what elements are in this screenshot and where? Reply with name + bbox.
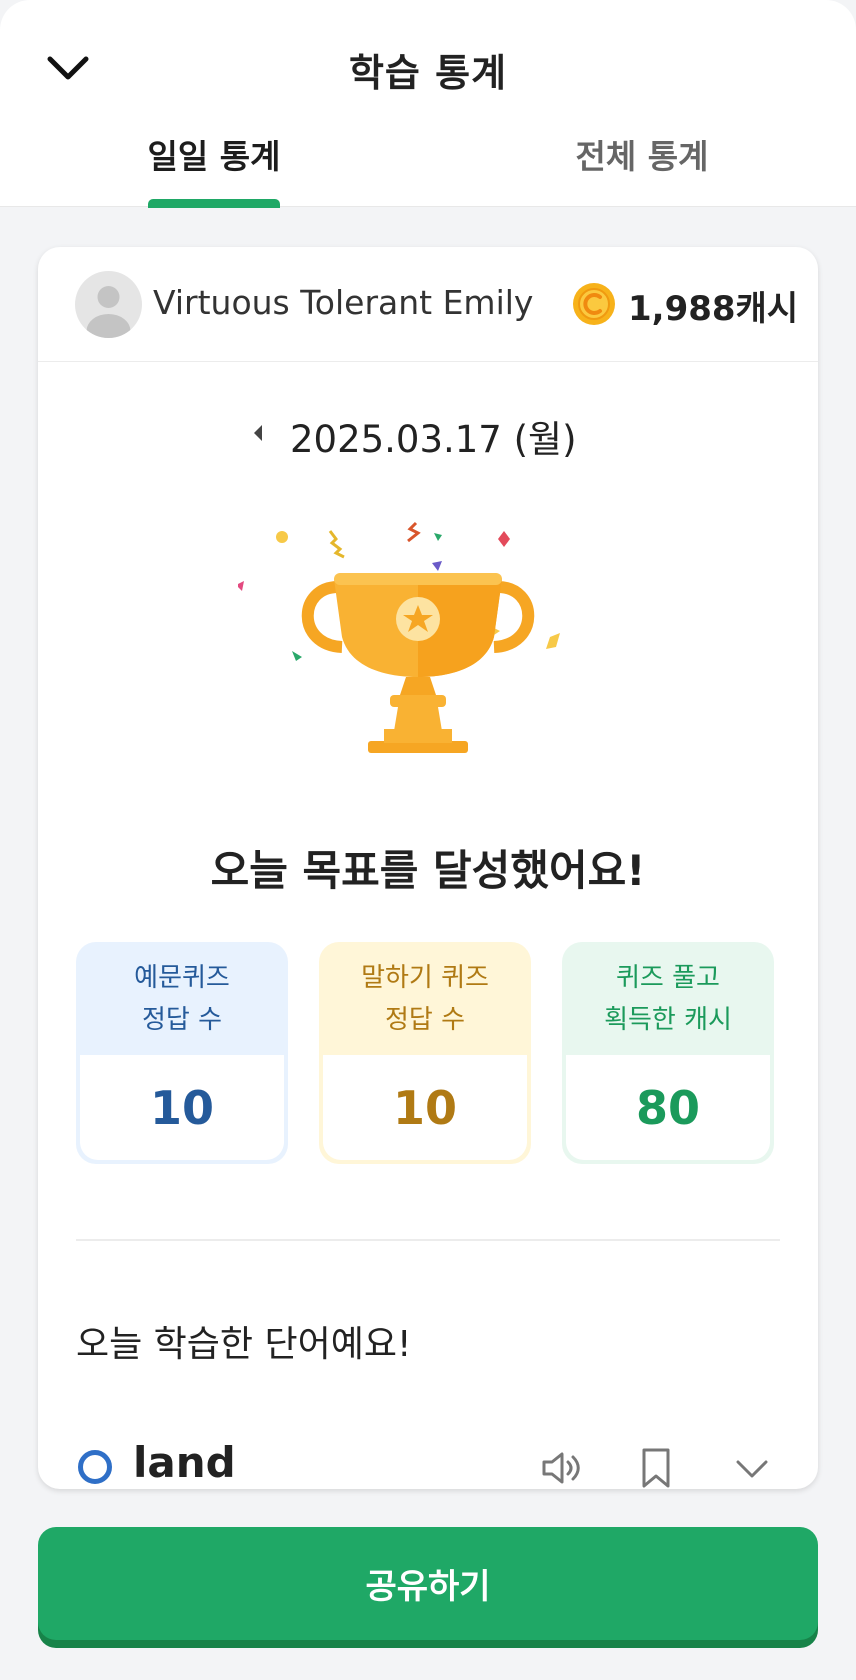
words-section-title: 오늘 학습한 단어예요! [76,1324,412,1365]
stat-label: 예문퀴즈 [134,962,230,993]
chevron-down-icon[interactable] [730,1446,774,1489]
correct-circle-icon [78,1450,112,1484]
date-row: 2025.03.17 (월) [38,407,818,461]
current-date: 2025.03.17 (월) [290,418,577,461]
coin-icon [573,283,615,325]
divider [76,1239,780,1241]
tab-total-stats[interactable]: 전체 통계 [512,130,772,178]
stat-label: 말하기 퀴즈 [361,962,489,993]
achievement-headline: 오늘 목표를 달성했어요! [210,846,646,895]
stat-example-quiz: 예문퀴즈 정답 수 10 [76,942,288,1164]
stats-card: Virtuous Tolerant Emily 1,988캐시 2025.03.… [38,247,818,1489]
page-title: 학습 통계 [348,51,508,95]
stat-label: 획득한 캐시 [604,1004,732,1035]
trophy-icon [238,521,560,753]
word-list-item[interactable]: land [38,1438,818,1489]
cash-balance: 1,988캐시 [628,289,799,329]
stat-value: 80 [566,1055,770,1160]
stat-label: 정답 수 [141,1004,223,1035]
avatar [75,271,142,338]
user-row: Virtuous Tolerant Emily 1,988캐시 [38,247,818,362]
stat-label: 퀴즈 풀고 [616,962,720,993]
stat-label: 정답 수 [384,1004,466,1035]
stat-earned-cash: 퀴즈 풀고 획득한 캐시 80 [562,942,774,1164]
header: 학습 통계 일일 통계 전체 통계 [0,0,856,208]
share-button[interactable]: 공유하기 [38,1527,818,1640]
word-text: land [133,1438,236,1487]
stat-value: 10 [80,1055,284,1160]
username: Virtuous Tolerant Emily [153,283,534,322]
prev-date-arrow-icon[interactable] [250,421,266,445]
user-icon [86,286,131,338]
stat-speaking-quiz: 말하기 퀴즈 정답 수 10 [319,942,531,1164]
tab-daily-stats[interactable]: 일일 통계 [84,130,344,178]
stat-value: 10 [323,1055,527,1160]
speaker-icon[interactable] [538,1446,582,1489]
tab-indicator [148,199,280,208]
bookmark-icon[interactable] [634,1446,678,1489]
